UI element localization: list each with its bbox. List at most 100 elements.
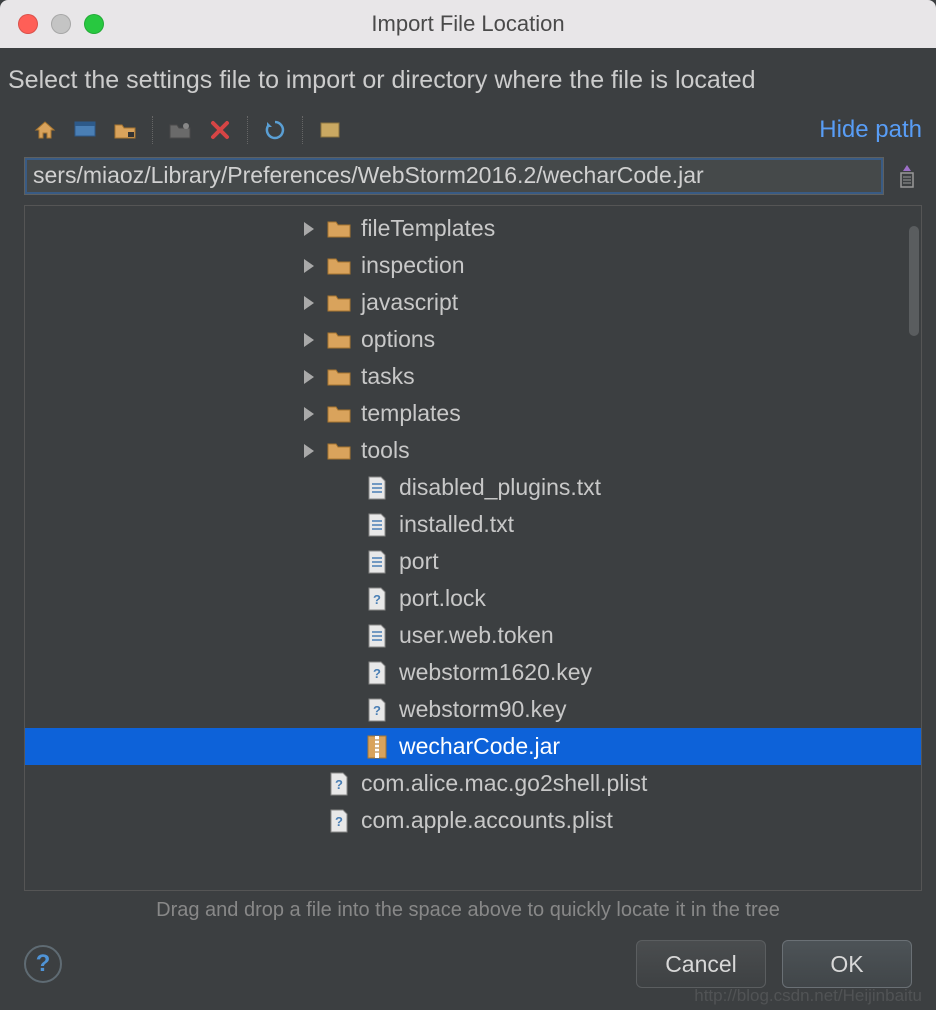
- svg-text:?: ?: [335, 814, 343, 829]
- unknown-icon: ?: [361, 587, 393, 611]
- expand-arrow-slot[interactable]: [295, 407, 323, 421]
- tree-item-label: options: [361, 326, 435, 353]
- drag-drop-hint: Drag and drop a file into the space abov…: [0, 891, 936, 926]
- tree-row[interactable]: fileTemplates: [25, 210, 921, 247]
- expand-arrow-slot[interactable]: [295, 296, 323, 310]
- scroll-thumb[interactable]: [909, 226, 919, 336]
- expand-arrow-slot[interactable]: [295, 333, 323, 347]
- footer: ? Cancel OK: [0, 926, 936, 1010]
- project-folder-icon: [114, 121, 136, 139]
- file-icon: [361, 513, 393, 537]
- delete-button[interactable]: [205, 115, 235, 145]
- tree-item-label: disabled_plugins.txt: [399, 474, 601, 501]
- tree-item-label: fileTemplates: [361, 215, 495, 242]
- tree-row[interactable]: ?port.lock: [25, 580, 921, 617]
- folder-icon: [323, 330, 355, 350]
- svg-text:?: ?: [373, 703, 381, 718]
- desktop-icon: [74, 121, 96, 139]
- traffic-lights: [0, 14, 104, 34]
- home-icon: [34, 120, 56, 140]
- file-icon: [361, 476, 393, 500]
- tree-item-label: webstorm90.key: [399, 696, 566, 723]
- desktop-button[interactable]: [70, 115, 100, 145]
- dialog-window: Import File Location Select the settings…: [0, 0, 936, 1010]
- tree-row[interactable]: ?webstorm1620.key: [25, 654, 921, 691]
- folder-icon: [323, 404, 355, 424]
- refresh-button[interactable]: [260, 115, 290, 145]
- tree-item-label: com.apple.accounts.plist: [361, 807, 613, 834]
- instruction-text: Select the settings file to import or di…: [0, 48, 936, 107]
- history-button[interactable]: [892, 159, 922, 193]
- scrollbar[interactable]: [907, 206, 921, 890]
- tree-row[interactable]: disabled_plugins.txt: [25, 469, 921, 506]
- tree-item-label: installed.txt: [399, 511, 514, 538]
- tree-item-label: templates: [361, 400, 461, 427]
- tree-row[interactable]: ? webstorm90.key: [25, 691, 921, 728]
- close-window-button[interactable]: [18, 14, 38, 34]
- tree-row[interactable]: templates: [25, 395, 921, 432]
- chevron-right-icon: [304, 444, 314, 458]
- unknown-icon: ?: [323, 772, 355, 796]
- tree-row[interactable]: tools: [25, 432, 921, 469]
- file-icon: [361, 550, 393, 574]
- tree-row[interactable]: ? com.alice.mac.go2shell.plist: [25, 765, 921, 802]
- folder-icon: [323, 256, 355, 276]
- project-button[interactable]: [110, 115, 140, 145]
- svg-text:?: ?: [373, 592, 381, 607]
- history-icon: [897, 163, 917, 189]
- chevron-right-icon: [304, 370, 314, 384]
- folder-icon: [323, 293, 355, 313]
- file-icon: [361, 624, 393, 648]
- chevron-right-icon: [304, 259, 314, 273]
- expand-arrow-slot[interactable]: [295, 222, 323, 236]
- tree-row[interactable]: tasks: [25, 358, 921, 395]
- toolbar-separator: [247, 116, 248, 144]
- tree-row[interactable]: ? com.apple.accounts.plist: [25, 802, 921, 839]
- chevron-right-icon: [304, 407, 314, 421]
- cancel-button[interactable]: Cancel: [636, 940, 766, 988]
- toolbar-separator: [302, 116, 303, 144]
- tree-row[interactable]: javascript: [25, 284, 921, 321]
- new-folder-icon: [169, 121, 191, 139]
- window-title: Import File Location: [0, 11, 936, 37]
- tree-item-label: tools: [361, 437, 410, 464]
- chevron-right-icon: [304, 222, 314, 236]
- tree-item-label: webstorm1620.key: [399, 659, 592, 686]
- tree-row[interactable]: user.web.token: [25, 617, 921, 654]
- expand-arrow-slot[interactable]: [295, 444, 323, 458]
- svg-text:?: ?: [335, 777, 343, 792]
- expand-arrow-slot[interactable]: [295, 370, 323, 384]
- path-row: sers/miaoz/Library/Preferences/WebStorm2…: [0, 153, 936, 201]
- home-button[interactable]: [30, 115, 60, 145]
- tree-item-label: com.alice.mac.go2shell.plist: [361, 770, 647, 797]
- tree-row[interactable]: wecharCode.jar: [25, 728, 921, 765]
- folder-icon: [323, 441, 355, 461]
- folder-icon: [323, 219, 355, 239]
- maximize-window-button[interactable]: [84, 14, 104, 34]
- tree-row[interactable]: port: [25, 543, 921, 580]
- tree-item-label: inspection: [361, 252, 465, 279]
- show-hidden-button[interactable]: [315, 115, 345, 145]
- tree-row[interactable]: options: [25, 321, 921, 358]
- folder-icon: [323, 367, 355, 387]
- refresh-icon: [264, 119, 286, 141]
- show-hidden-icon: [319, 121, 341, 139]
- help-button[interactable]: ?: [24, 945, 62, 983]
- ok-button[interactable]: OK: [782, 940, 912, 988]
- tree-row[interactable]: inspection: [25, 247, 921, 284]
- tree-item-label: tasks: [361, 363, 415, 390]
- tree-item-label: wecharCode.jar: [399, 733, 560, 760]
- hide-path-link[interactable]: Hide path: [819, 116, 922, 144]
- minimize-window-button[interactable]: [51, 14, 71, 34]
- path-input[interactable]: sers/miaoz/Library/Preferences/WebStorm2…: [24, 157, 884, 195]
- new-folder-button[interactable]: [165, 115, 195, 145]
- jar-icon: [361, 735, 393, 759]
- file-tree[interactable]: fileTemplates inspection javascript options…: [25, 206, 921, 839]
- chevron-right-icon: [304, 333, 314, 347]
- toolbar: Hide path: [0, 107, 936, 153]
- tree-item-label: user.web.token: [399, 622, 554, 649]
- tree-item-label: javascript: [361, 289, 458, 316]
- expand-arrow-slot[interactable]: [295, 259, 323, 273]
- tree-row[interactable]: installed.txt: [25, 506, 921, 543]
- delete-icon: [210, 120, 230, 140]
